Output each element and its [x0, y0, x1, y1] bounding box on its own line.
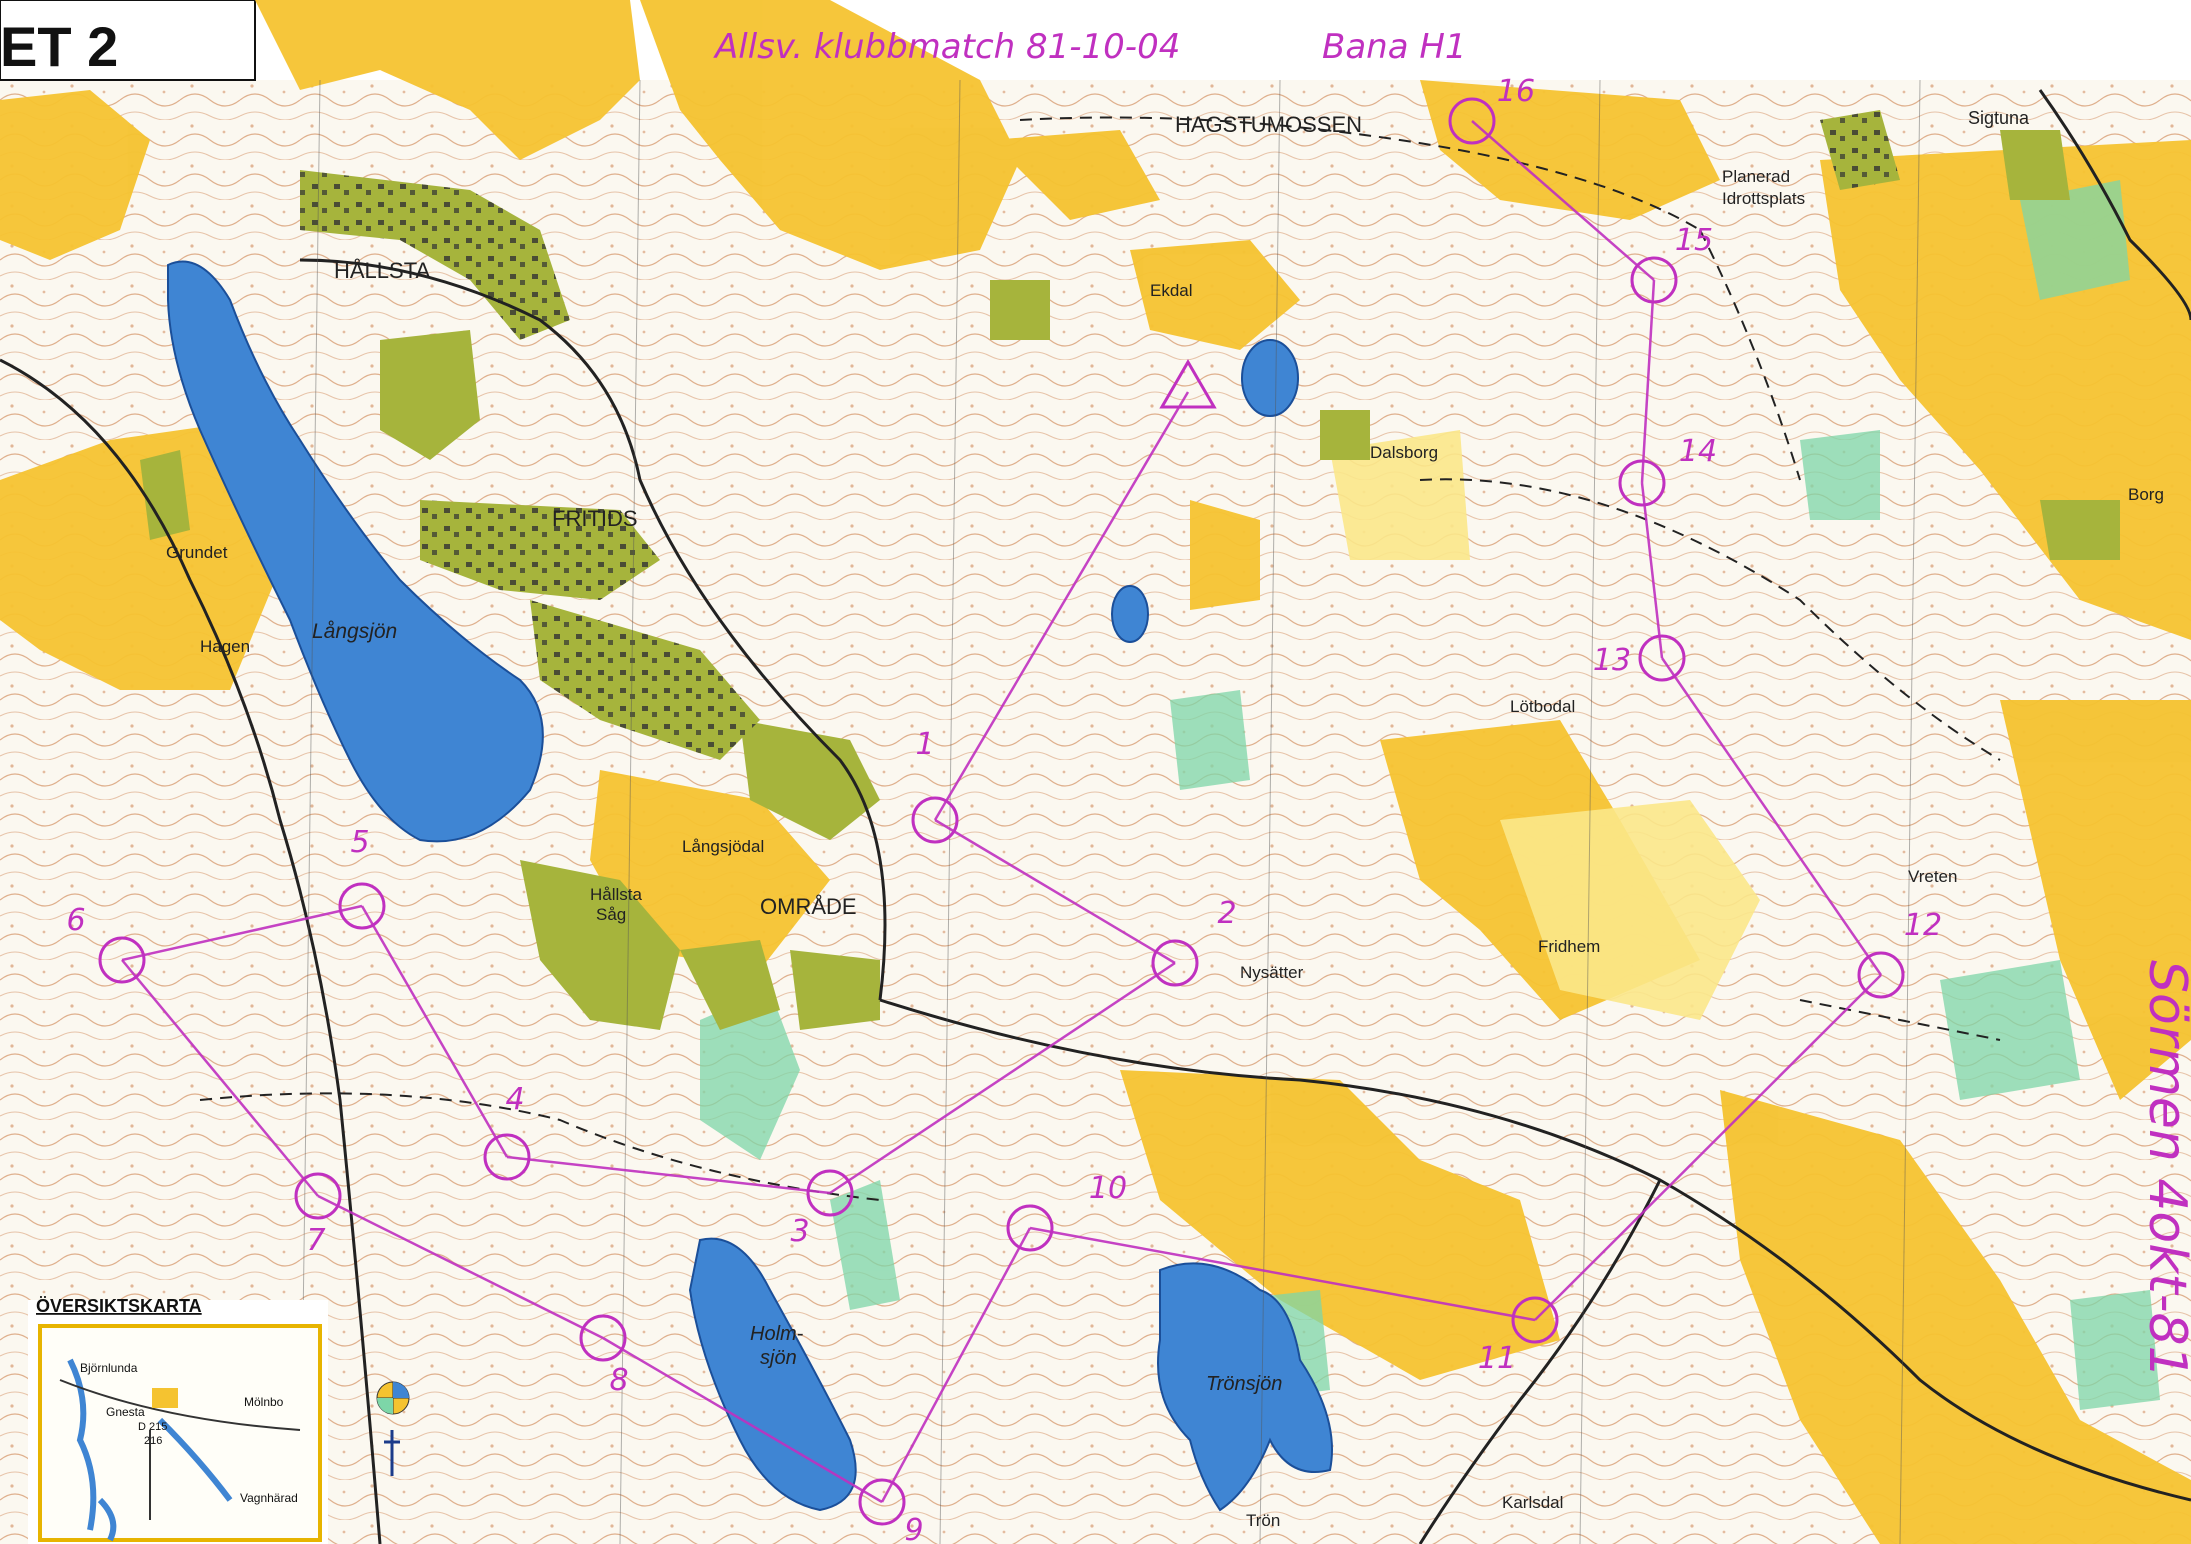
label-nysatter: Nysätter: [1240, 963, 1304, 982]
control-number-2: 2: [1217, 896, 1236, 931]
control-number-8: 8: [609, 1363, 628, 1398]
overview-inset: ÖVERSIKTSKARTA Björnlunda Gnesta Mölnbo …: [28, 1296, 328, 1544]
label-grundet: Grundet: [166, 543, 228, 562]
label-ekdal: Ekdal: [1150, 281, 1193, 300]
label-hallsta-sag-1: Hållsta: [590, 885, 643, 904]
margin-note: Sörmen 4okt-81: [2137, 960, 2191, 1379]
overview-road-1: D 215: [138, 1421, 167, 1433]
control-number-4: 4: [505, 1082, 524, 1117]
control-number-10: 10: [1089, 1171, 1127, 1206]
label-hagstumossen: HAGSTUMOSSEN: [1175, 112, 1362, 137]
label-langsjodal: Långsjödal: [682, 837, 764, 856]
control-number-3: 3: [790, 1214, 809, 1249]
label-hallsta-sag-2: Såg: [596, 905, 626, 924]
control-number-15: 15: [1675, 223, 1713, 258]
sheet-label: ET 2: [0, 15, 118, 78]
overview-vagnharad: Vagnhärad: [240, 1491, 298, 1505]
control-number-5: 5: [350, 825, 369, 860]
control-number-12: 12: [1904, 908, 1942, 943]
label-hagen: Hagen: [200, 637, 250, 656]
label-tron: Trön: [1246, 1511, 1280, 1530]
course-note: Bana H1: [1322, 27, 1467, 67]
pond-center: [1111, 585, 1149, 643]
label-tronsjon: Trönsjön: [1206, 1373, 1282, 1395]
label-omrade: OMRÅDE: [760, 894, 857, 919]
label-vreten: Vreten: [1908, 867, 1957, 886]
control-number-6: 6: [66, 903, 85, 938]
label-holmsjon-1: Holm-: [750, 1323, 804, 1345]
orienteering-map: ET 2 HAGSTUMOSSEN Sigtuna Planerad Idrot…: [0, 0, 2191, 1544]
compass-symbol: [376, 1381, 410, 1415]
label-karlsdal: Karlsdal: [1502, 1493, 1563, 1512]
control-number-13: 13: [1593, 643, 1631, 678]
control-number-7: 7: [306, 1223, 325, 1258]
label-fritids: FRITIDS: [552, 506, 638, 531]
label-sigtuna: Sigtuna: [1968, 108, 2030, 128]
label-planerad: Planerad: [1722, 167, 1790, 186]
label-holmsjon-2: sjön: [760, 1347, 797, 1369]
event-note: Allsv. klubbmatch 81-10-04: [713, 27, 1180, 67]
control-number-16: 16: [1497, 74, 1535, 109]
label-lotbodal: Lötbodal: [1510, 697, 1575, 716]
overview-road-2: 216: [144, 1435, 162, 1447]
pond-ekdal: [1241, 339, 1299, 417]
control-number-9: 9: [904, 1513, 923, 1544]
control-number-14: 14: [1679, 434, 1717, 469]
label-fridhem: Fridhem: [1538, 937, 1600, 956]
overview-gnesta: Gnesta: [106, 1405, 145, 1419]
overview-title: ÖVERSIKTSKARTA: [36, 1296, 202, 1316]
label-borg: Borg: [2128, 485, 2164, 504]
label-hallsta: HÅLLSTA: [334, 258, 431, 283]
overview-molnbo: Mölnbo: [244, 1395, 284, 1409]
label-dalsborg: Dalsborg: [1370, 443, 1438, 462]
label-idrottsplats: Idrottsplats: [1722, 189, 1805, 208]
control-number-1: 1: [915, 727, 934, 762]
control-number-11: 11: [1478, 1341, 1516, 1376]
overview-area-marker: [152, 1388, 178, 1408]
label-langsjon: Långsjön: [312, 620, 397, 643]
overview-bjornlunda: Björnlunda: [80, 1361, 138, 1375]
